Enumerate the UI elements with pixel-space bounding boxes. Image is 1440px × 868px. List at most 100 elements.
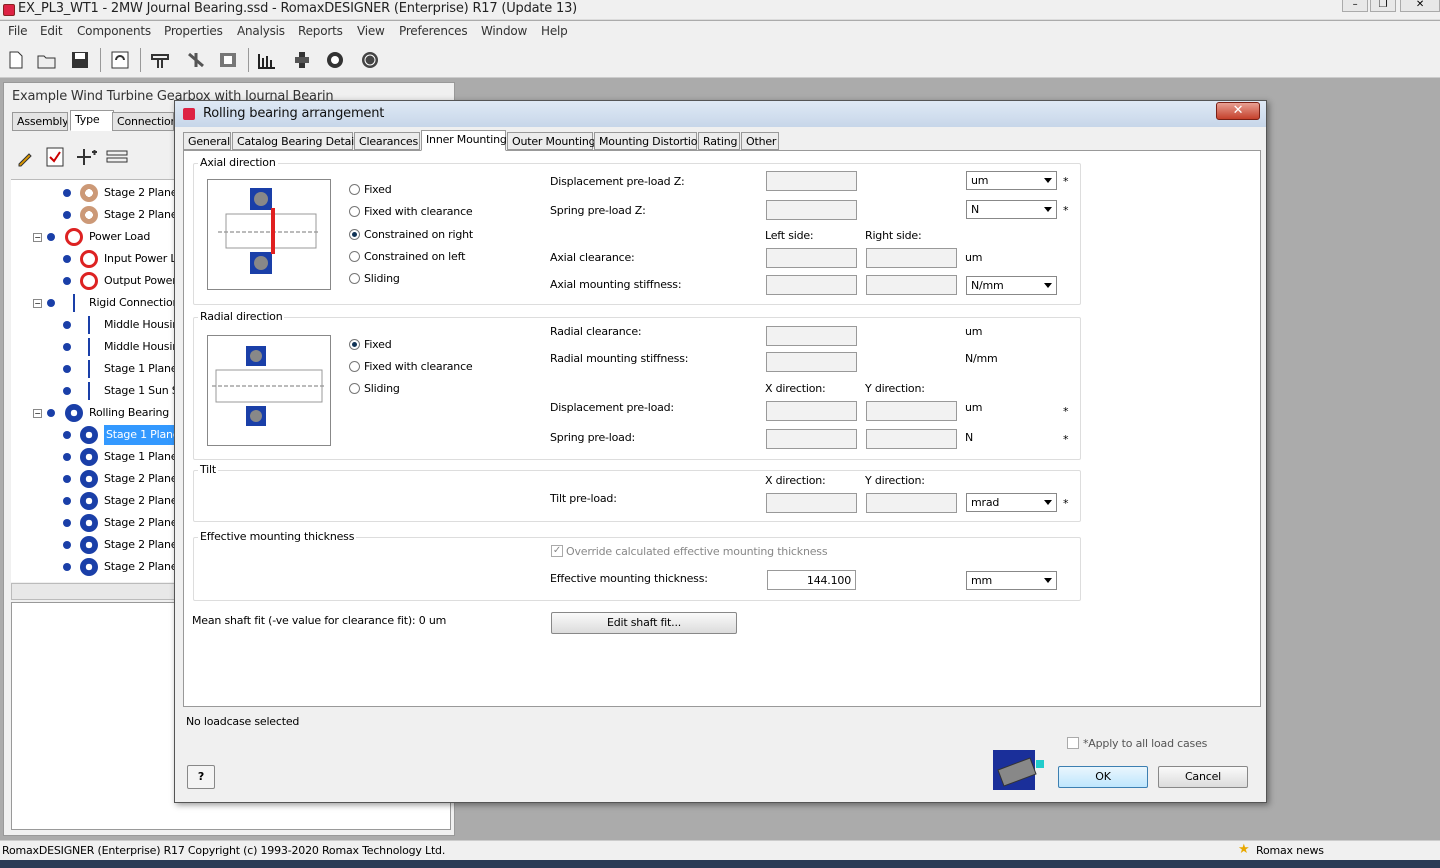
save-icon[interactable]: [66, 46, 94, 74]
tree-item[interactable]: Stage 2 Planet: [11, 535, 177, 555]
axial-constrained-left-radio[interactable]: [349, 251, 360, 262]
gear-icon[interactable]: [321, 46, 349, 74]
axial-fixed-radio[interactable]: [349, 184, 360, 195]
displacement-preload-z-input[interactable]: [766, 171, 857, 191]
tree-item[interactable]: Stage 2 Planet: [11, 557, 177, 577]
tree-item[interactable]: Input Power Lo: [11, 249, 177, 269]
tree-item[interactable]: Stage 2 Planet: [11, 513, 177, 533]
tool2-icon[interactable]: [182, 46, 210, 74]
axial-stiffness-left-input[interactable]: [766, 275, 857, 295]
radial-spring-x-input[interactable]: [766, 429, 857, 449]
tree-horizontal-scrollbar[interactable]: [11, 583, 177, 600]
spring-preload-z-input[interactable]: [766, 200, 857, 220]
tree-item[interactable]: Stage 1 Planet: [11, 359, 177, 379]
displacement-unit-select[interactable]: um: [966, 171, 1057, 190]
axial-clearance-left-input[interactable]: [766, 248, 857, 268]
axial-sliding-radio[interactable]: [349, 273, 360, 284]
tab-catalog-bearing-details[interactable]: Catalog Bearing Details: [232, 132, 363, 150]
override-thickness-checkbox[interactable]: ✓: [551, 545, 563, 557]
axial-constrained-right-radio[interactable]: [349, 229, 360, 240]
radial-displacement-x-input[interactable]: [766, 401, 857, 421]
tree-expander[interactable]: −: [33, 409, 42, 418]
tab-inner-mounting[interactable]: Inner Mounting: [421, 130, 507, 151]
radial-sliding-radio[interactable]: [349, 383, 360, 394]
menu-help[interactable]: Help: [541, 24, 568, 38]
tree-item[interactable]: Middle Housing: [11, 337, 177, 357]
status-dot-icon: [63, 431, 71, 439]
close-button[interactable]: ✕: [1400, 0, 1440, 12]
radial-spring-y-input[interactable]: [866, 429, 957, 449]
menu-preferences[interactable]: Preferences: [399, 24, 468, 38]
tree-expander[interactable]: −: [33, 233, 42, 242]
axial-fixed-clearance-radio[interactable]: [349, 206, 360, 217]
tree-item[interactable]: Stage 1 Planet: [11, 425, 177, 445]
help-button[interactable]: ?: [187, 765, 215, 789]
list-icon[interactable]: [106, 149, 128, 168]
tree-item[interactable]: − Rigid Connection: [11, 293, 177, 313]
menu-properties[interactable]: Properties: [164, 24, 223, 38]
tab-other[interactable]: Other: [741, 132, 779, 150]
tab-connection[interactable]: Connection: [112, 112, 174, 131]
pencil-icon[interactable]: [16, 149, 34, 170]
tilt-preload-y-input[interactable]: [866, 493, 957, 513]
chart-icon[interactable]: [254, 46, 282, 74]
tilt-unit-select[interactable]: mrad: [966, 493, 1057, 512]
tab-outer-mounting[interactable]: Outer Mounting: [507, 132, 596, 150]
tree-item[interactable]: Stage 1 Sun Sh: [11, 381, 177, 401]
tab-clearances[interactable]: Clearances: [354, 132, 420, 150]
tree-item[interactable]: Output Power I: [11, 271, 177, 291]
radial-fixed-radio[interactable]: [349, 339, 360, 350]
tree-item[interactable]: Stage 2 Planet: [11, 205, 177, 225]
tree-item[interactable]: Stage 2 Planet: [11, 469, 177, 489]
maximize-button[interactable]: ❐: [1370, 0, 1396, 12]
dialog-close-button[interactable]: ✕: [1216, 102, 1260, 120]
menu-analysis[interactable]: Analysis: [237, 24, 285, 38]
add-icon[interactable]: [76, 147, 98, 170]
tab-type[interactable]: Type: [70, 110, 114, 131]
menu-view[interactable]: View: [357, 24, 385, 38]
romax-news-link[interactable]: Romax news: [1256, 844, 1324, 857]
menu-edit[interactable]: Edit: [40, 24, 63, 38]
radial-clearance-input[interactable]: [766, 326, 857, 346]
tilt-preload-x-input[interactable]: [766, 493, 857, 513]
cancel-button[interactable]: Cancel: [1158, 766, 1248, 788]
tool3-icon[interactable]: [214, 46, 242, 74]
edit-shaft-fit-button[interactable]: Edit shaft fit...: [551, 612, 737, 634]
rolling-bearing-icon: [80, 470, 98, 488]
ok-button[interactable]: OK: [1058, 766, 1148, 788]
tab-general[interactable]: General: [183, 132, 231, 150]
minimize-button[interactable]: –: [1342, 0, 1368, 12]
tree-item[interactable]: − Rolling Bearing: [11, 403, 177, 423]
menu-reports[interactable]: Reports: [298, 24, 343, 38]
effective-thickness-input[interactable]: 144.100: [767, 570, 856, 590]
tree-item[interactable]: Stage 2 Planet: [11, 183, 177, 203]
radial-displacement-y-input[interactable]: [866, 401, 957, 421]
radial-fixed-clearance-radio[interactable]: [349, 361, 360, 372]
refresh-icon[interactable]: [106, 46, 134, 74]
open-icon[interactable]: [33, 46, 61, 74]
menu-file[interactable]: File: [8, 24, 27, 38]
menu-window[interactable]: Window: [481, 24, 527, 38]
bearing-icon[interactable]: [288, 46, 316, 74]
radial-stiffness-input[interactable]: [766, 352, 857, 372]
tool1-icon[interactable]: [146, 46, 174, 74]
tab-mounting-distortion[interactable]: Mounting Distortion: [594, 132, 704, 150]
apply-all-loadcases-checkbox[interactable]: [1067, 737, 1079, 749]
tree-item[interactable]: Stage 2 Planet: [11, 491, 177, 511]
axial-stiffness-right-input[interactable]: [866, 275, 957, 295]
menu-components[interactable]: Components: [77, 24, 151, 38]
tree-item[interactable]: Stage 1 Planet: [11, 447, 177, 467]
component-tree[interactable]: Stage 2 Planet Stage 2 Planet − Power Load I…: [11, 179, 177, 582]
dyn-icon[interactable]: [356, 46, 384, 74]
effective-thickness-unit-select[interactable]: mm: [966, 571, 1057, 590]
tree-expander[interactable]: −: [33, 299, 42, 308]
new-icon[interactable]: [2, 46, 30, 74]
tree-item[interactable]: − Power Load: [11, 227, 177, 247]
axial-stiffness-unit-select[interactable]: N/mm: [966, 276, 1057, 295]
spring-unit-select[interactable]: N: [966, 200, 1057, 219]
axial-clearance-right-input[interactable]: [866, 248, 957, 268]
tree-item[interactable]: Middle Housing: [11, 315, 177, 335]
checklist-icon[interactable]: [46, 147, 64, 170]
tab-rating[interactable]: Rating: [698, 132, 740, 150]
tab-assembly[interactable]: Assembly: [12, 112, 68, 131]
